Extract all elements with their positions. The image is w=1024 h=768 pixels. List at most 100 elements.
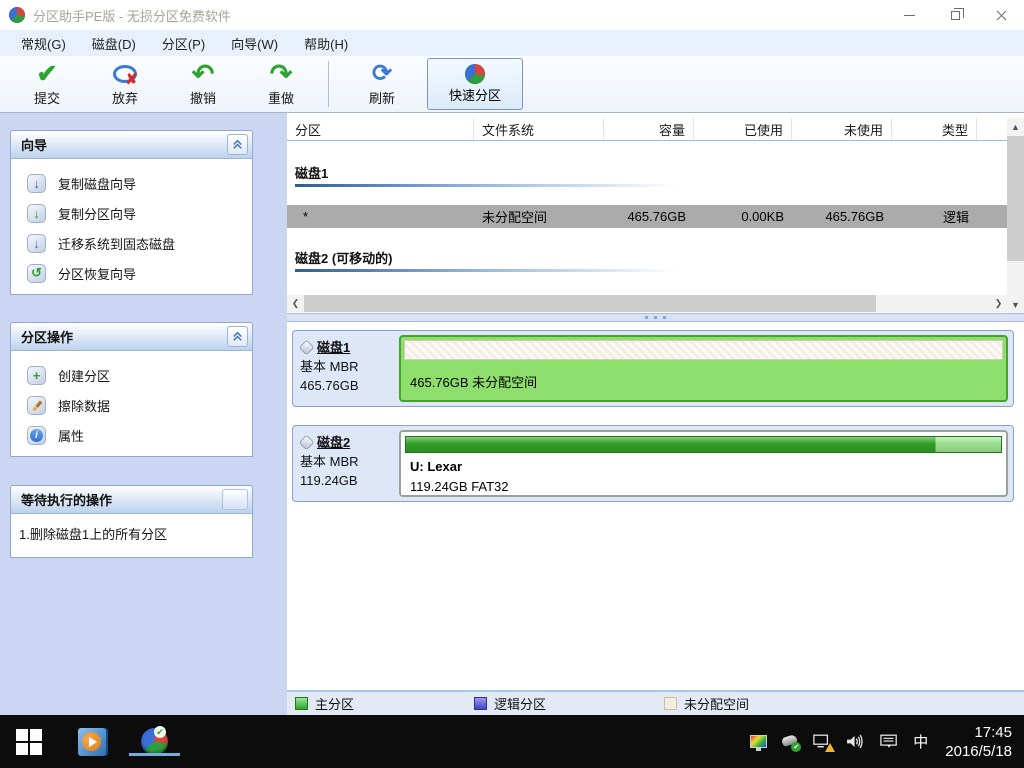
disk1-group-underline [295,184,680,187]
disk2-volume-name: U: Lexar [410,459,463,474]
horizontal-scrollbar[interactable]: ❮ ❯ [287,295,1007,312]
scroll-up-arrow-icon[interactable]: ▲ [1007,118,1024,135]
sidebar-item-migrate-os-to-ssd[interactable]: ↓ 迁移系统到固态磁盘 [11,228,252,258]
legend-label: 主分区 [315,697,355,712]
column-header-filesystem[interactable]: 文件系统 [474,118,604,140]
pending-operation-item[interactable]: 1.删除磁盘1上的所有分区 [11,514,252,557]
commit-button[interactable]: ✔ 提交 [8,59,86,109]
cell-partition: * [303,209,309,224]
sidebar-item-label: 擦除数据 [58,398,111,414]
disk-icon [298,434,315,451]
active-app-underline [129,753,180,756]
column-header-partition[interactable]: 分区 [287,118,474,140]
menu-bar: 常规(G) 磁盘(D) 分区(P) 向导(W) 帮助(H) [0,30,1024,56]
create-partition-plus-icon: + [27,365,46,385]
refresh-button[interactable]: ⟳ 刷新 [343,59,421,109]
clock-date: 2016/5/18 [945,742,1012,760]
scroll-down-arrow-icon[interactable]: ▼ [1007,296,1024,313]
app-pie-icon [9,7,25,23]
network-warning-icon[interactable] [813,734,836,752]
disk2-fat32-partition[interactable]: U: Lexar 119.24GB FAT32 [399,430,1008,497]
sidebar-item-wipe-data[interactable]: 擦除数据 [11,390,252,420]
minimize-button[interactable] [886,0,932,30]
legend-label: 逻辑分区 [494,697,547,712]
unallocated-swatch [664,697,678,710]
column-header-unused[interactable]: 未使用 [792,118,892,140]
taskbar-clock[interactable]: 17:45 2016/5/18 [945,723,1012,761]
disk1-name: 磁盘1 [317,340,351,355]
scroll-right-arrow-icon[interactable]: ❯ [990,295,1007,312]
disk2-volume-detail: 119.24GB FAT32 [410,479,509,494]
desktop: 分区助手PE版 - 无损分区免费软件 常规(G) 磁盘(D) 分区(P) 向导(… [0,0,1024,768]
quick-partition-pie-icon [465,64,485,84]
partition-table: 分区 文件系统 容量 已使用 未使用 类型 磁盘1 * 未分配空间 465.76… [287,113,1024,313]
clock-time: 17:45 [974,723,1012,741]
partition-assistant-icon [141,726,168,755]
cell-used: 0.00KB [741,209,784,224]
vertical-scroll-thumb[interactable] [1007,136,1024,261]
column-header-used[interactable]: 已使用 [694,118,792,140]
discard-button[interactable]: 放弃 [86,59,164,109]
start-button[interactable] [16,728,42,755]
refresh-icon: ⟳ [371,60,393,87]
restore-button[interactable] [932,0,978,30]
wizard-panel: 向导 ↓ 复制磁盘向导 ↓ 复制分区向导 ↓ 迁移系统到固态磁盘 ↺ 分区恢复向… [10,130,253,295]
close-button[interactable] [978,0,1024,30]
wizard-panel-header[interactable]: 向导 [11,131,252,159]
scroll-left-arrow-icon[interactable]: ❮ [287,295,304,312]
disk1-scheme: 基本 MBR [300,359,359,374]
device-safely-remove-icon[interactable] [781,733,802,752]
sidebar-item-copy-disk-wizard[interactable]: ↓ 复制磁盘向导 [11,168,252,198]
media-player-taskbar-button[interactable] [76,726,107,757]
copy-disk-icon: ↓ [27,173,46,193]
disk1-unallocated-partition[interactable]: 465.76GB 未分配空间 [399,335,1008,402]
properties-info-icon: i [27,425,46,445]
commit-check-icon: ✔ [36,60,58,88]
disk2-block: 磁盘2 基本 MBR 119.24GB U: Lexar 119.24GB FA… [292,425,1014,502]
pending-ops-panel-header[interactable]: 等待执行的操作 [11,486,252,514]
disk2-group-underline [295,269,680,272]
pane-splitter[interactable] [287,313,1024,322]
sidebar-item-label: 分区恢复向导 [58,266,137,282]
undo-button[interactable]: ↶ 撤销 [164,59,242,109]
commit-label: 提交 [33,91,60,106]
disk-icon [298,339,315,356]
menu-partition[interactable]: 分区(P) [149,30,218,56]
menu-general[interactable]: 常规(G) [8,30,79,56]
disk2-info: 磁盘2 基本 MBR 119.24GB [293,426,394,501]
menu-wizard[interactable]: 向导(W) [218,30,291,56]
sidebar-item-label: 迁移系统到固态磁盘 [58,236,176,252]
sidebar-item-properties[interactable]: i 属性 [11,420,252,450]
partition-assistant-taskbar-button[interactable] [129,726,180,757]
restore-icon [950,7,964,20]
sidebar-item-copy-partition-wizard[interactable]: ↓ 复制分区向导 [11,198,252,228]
sidebar-item-partition-recovery-wizard[interactable]: ↺ 分区恢复向导 [11,258,252,288]
redo-button[interactable]: ↷ 重做 [242,59,320,109]
cell-type: 逻辑 [942,210,969,225]
horizontal-scroll-thumb[interactable] [304,295,876,312]
copy-partition-icon: ↓ [27,203,46,223]
column-header-capacity[interactable]: 容量 [604,118,694,140]
vertical-scrollbar[interactable]: ▲ ▼ [1007,118,1024,313]
collapse-button[interactable] [227,134,248,155]
legend-bar: 主分区 逻辑分区 未分配空间 [287,690,1024,715]
menu-help[interactable]: 帮助(H) [291,30,361,56]
table-row-unallocated-selected[interactable]: * 未分配空间 465.76GB 0.00KB 465.76GB 逻辑 [287,205,1007,228]
recovery-arrows-icon: ↺ [27,263,46,283]
partition-ops-panel: 分区操作 + 创建分区 擦除数据 i 属性 [10,322,253,457]
migrate-os-icon: ↓ [27,233,46,253]
sidebar-item-create-partition[interactable]: + 创建分区 [11,360,252,390]
collapse-button[interactable] [227,326,248,347]
display-color-icon[interactable] [750,735,768,751]
partition-ops-panel-header[interactable]: 分区操作 [11,323,252,351]
quick-partition-button[interactable]: 快速分区 [427,58,523,110]
action-center-icon[interactable] [880,734,898,749]
cell-unused: 465.76GB [825,209,884,224]
column-header-type[interactable]: 类型 [892,118,977,140]
unallocated-strip [404,340,1003,360]
pending-ops-panel: 等待执行的操作 1.删除磁盘1上的所有分区 [10,485,253,558]
volume-icon[interactable] [846,734,865,749]
menu-disk[interactable]: 磁盘(D) [79,30,149,56]
disk-graph-area: 磁盘1 基本 MBR 465.76GB 465.76GB 未分配空间 磁盘2 基… [287,322,1024,690]
ime-indicator[interactable]: 中 [913,731,928,752]
